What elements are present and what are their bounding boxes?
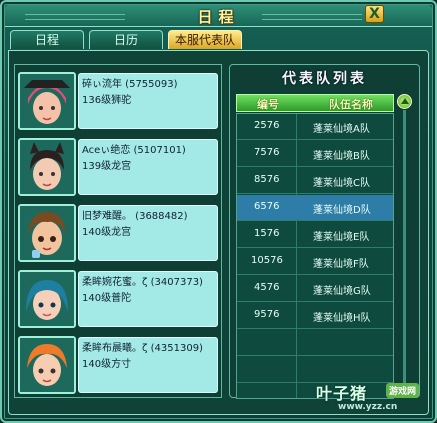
avatar — [18, 270, 76, 328]
scroll-up-arrow-icon[interactable] — [397, 94, 412, 109]
scroll-track[interactable] — [403, 110, 406, 390]
member-card[interactable]: 旧梦难醒。 (3688482) 140级龙宫 — [18, 204, 218, 262]
member-info: 柔眸婉花蜜。ζ (3407373) 140级普陀 — [78, 271, 218, 327]
tab-server-team[interactable]: 本服代表队 — [168, 30, 242, 49]
team-name: 蓬莱仙境A队 — [313, 124, 370, 135]
member-name: 柔眸婉花蜜。ζ (3407373) — [82, 277, 203, 288]
watermark-logo: 叶子猪 游戏网 www.yzz.cn — [316, 380, 434, 418]
team-id: 10576 — [251, 255, 283, 266]
team-name: 蓬莱仙境E队 — [313, 232, 370, 243]
member-info: 碎ぃ流年 (5755093) 136级狮驼 — [78, 73, 218, 129]
team-list-title: 代表队列表 — [282, 71, 367, 87]
team-name: 蓬莱仙境F队 — [313, 259, 369, 270]
team-table: 2576 蓬莱仙境A队 7576 蓬莱仙境B队 8576 蓬莱仙境C队 6576… — [236, 113, 394, 399]
team-name: 蓬莱仙境G队 — [313, 286, 371, 297]
avatar — [18, 72, 76, 130]
table-row[interactable]: 1576 蓬莱仙境E队 — [237, 222, 393, 248]
watermark-url: www.yzz.cn — [338, 402, 398, 412]
team-name: 蓬莱仙境H队 — [313, 313, 371, 324]
column-header-id[interactable]: 编号 — [257, 96, 279, 112]
tab-schedule[interactable]: 日程 — [10, 30, 84, 49]
table-row[interactable]: 9576 蓬莱仙境H队 — [237, 303, 393, 329]
member-card[interactable]: 柔眸布晨曦。ζ (4351309) 140级方寸 — [18, 336, 218, 394]
member-card[interactable]: Aceぃ绝恋 (5107101) 139级龙宫 — [18, 138, 218, 196]
member-level: 140级龙宫 — [82, 227, 132, 238]
table-row-selected[interactable]: 6576 蓬莱仙境D队 — [237, 195, 393, 221]
table-row[interactable]: 4576 蓬莱仙境G队 — [237, 276, 393, 302]
team-id: 2576 — [254, 120, 280, 131]
team-table-header: 编号 队伍名称 — [236, 94, 394, 112]
watermark-brand: 叶子猪 — [316, 384, 368, 403]
table-row[interactable]: 7576 蓬莱仙境B队 — [237, 141, 393, 167]
team-id: 4576 — [254, 282, 280, 293]
table-row[interactable]: 8576 蓬莱仙境C队 — [237, 168, 393, 194]
table-row[interactable]: 2576 蓬莱仙境A队 — [237, 114, 393, 140]
member-level: 140级方寸 — [82, 359, 132, 370]
member-name: 柔眸布晨曦。ζ (4351309) — [82, 343, 203, 354]
avatar — [18, 336, 76, 394]
member-card[interactable]: 碎ぃ流年 (5755093) 136级狮驼 — [18, 72, 218, 130]
table-row[interactable]: 10576 蓬莱仙境F队 — [237, 249, 393, 275]
member-info: 旧梦难醒。 (3688482) 140级龙宫 — [78, 205, 218, 261]
tab-calendar[interactable]: 日历 — [89, 30, 163, 49]
member-name: Aceぃ绝恋 (5107101) — [82, 145, 186, 156]
member-info: Aceぃ绝恋 (5107101) 139级龙宫 — [78, 139, 218, 195]
column-header-name[interactable]: 队伍名称 — [329, 96, 373, 112]
team-list-scrollbar[interactable] — [397, 94, 412, 399]
watermark-badge: 游戏网 — [386, 383, 420, 398]
team-id: 1576 — [254, 228, 280, 239]
member-level: 139级龙宫 — [82, 161, 132, 172]
member-level: 136级狮驼 — [82, 95, 132, 106]
team-id: 7576 — [254, 147, 280, 158]
avatar — [18, 138, 76, 196]
team-name: 蓬莱仙境D队 — [313, 205, 371, 216]
team-id: 8576 — [254, 174, 280, 185]
member-name: 旧梦难醒。 (3688482) — [82, 211, 188, 222]
team-name: 蓬莱仙境C队 — [313, 178, 370, 189]
close-button[interactable]: X — [365, 5, 384, 23]
member-card[interactable]: 柔眸婉花蜜。ζ (3407373) 140级普陀 — [18, 270, 218, 328]
member-level: 140级普陀 — [82, 293, 132, 304]
team-name: 蓬莱仙境B队 — [313, 151, 370, 162]
table-row-empty — [237, 330, 393, 356]
team-id: 9576 — [254, 309, 280, 320]
avatar — [18, 204, 76, 262]
member-info: 柔眸布晨曦。ζ (4351309) 140级方寸 — [78, 337, 218, 393]
team-id: 6576 — [254, 201, 280, 212]
member-name: 碎ぃ流年 (5755093) — [82, 79, 178, 90]
